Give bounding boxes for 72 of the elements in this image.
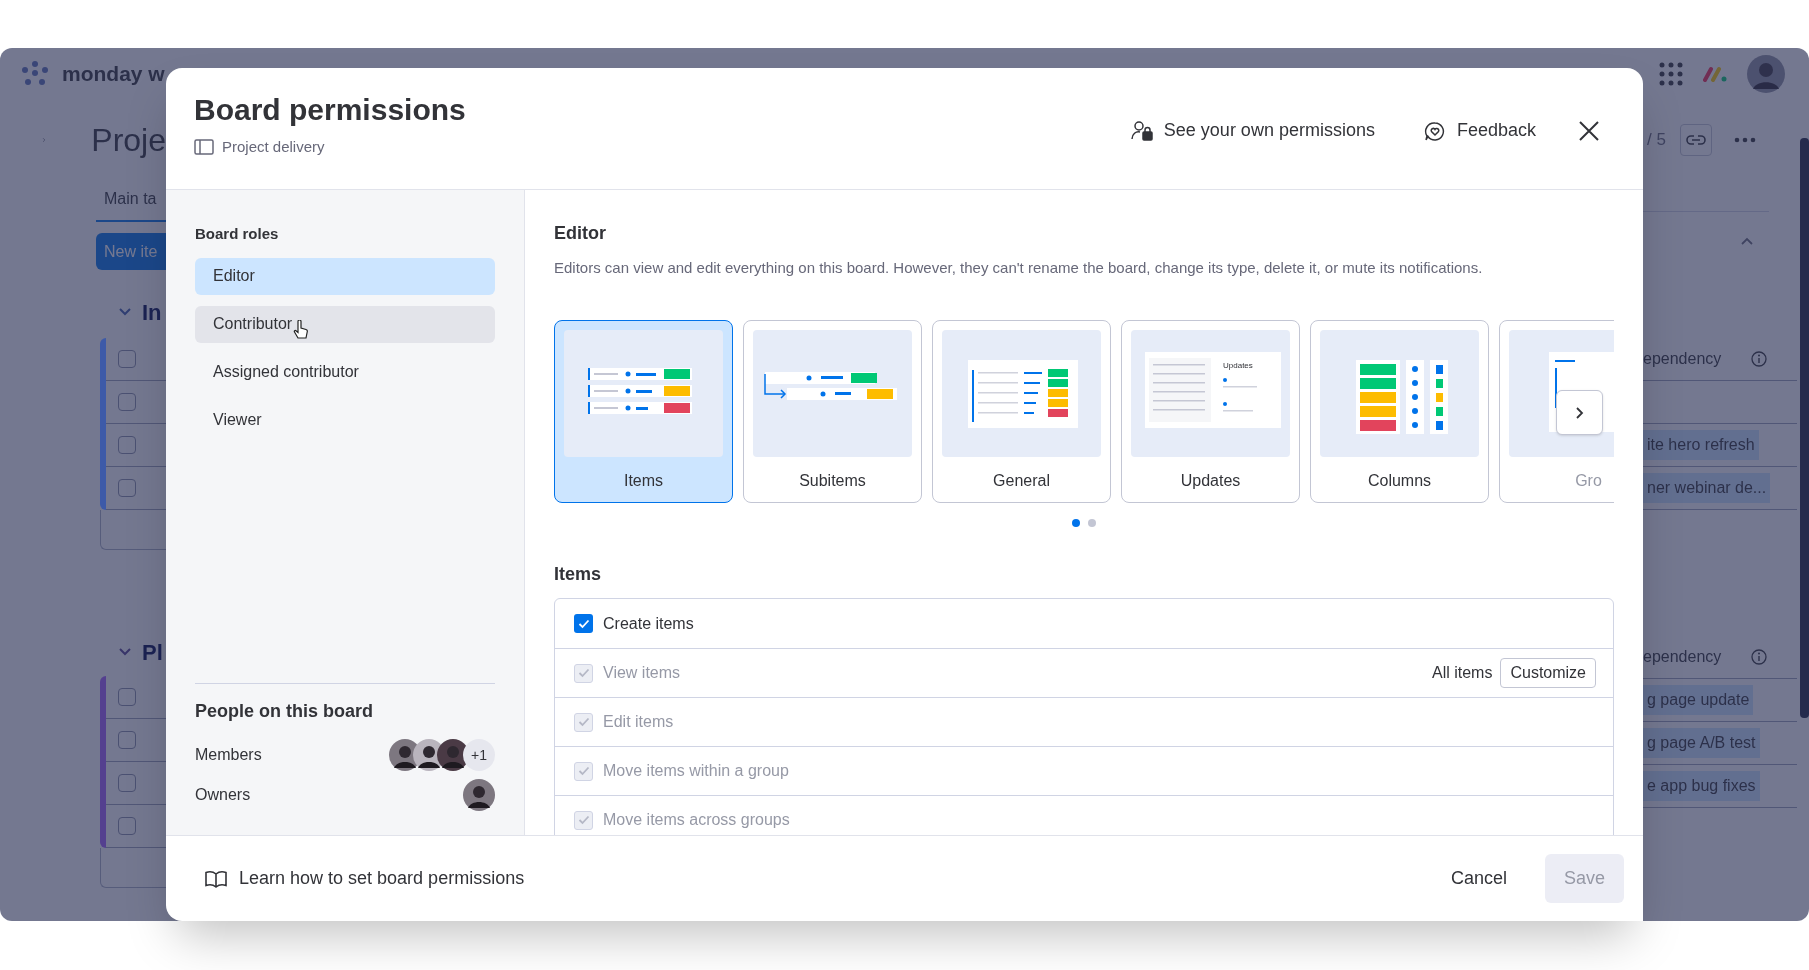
more-count: +1 <box>463 739 495 771</box>
permission-label: Edit items <box>603 712 674 732</box>
checkbox[interactable] <box>118 436 136 454</box>
sidebar-heading: Board roles <box>195 224 280 244</box>
checkbox[interactable] <box>118 393 136 411</box>
check-icon <box>577 815 590 825</box>
checkbox[interactable] <box>574 614 593 633</box>
checkbox[interactable] <box>118 688 136 706</box>
category-card[interactable]: Items <box>554 320 733 503</box>
help-link[interactable]: Learn how to set board permissions <box>205 865 525 892</box>
category-card[interactable]: Updates Updates <box>1121 320 1300 503</box>
role-title: Editor <box>554 222 607 244</box>
role-item[interactable]: Contributor <box>195 305 495 343</box>
link-button[interactable] <box>1679 124 1712 156</box>
info-icon[interactable] <box>1751 649 1767 665</box>
brand-icon[interactable] <box>1703 66 1727 82</box>
board-icon <box>194 139 214 156</box>
checkbox[interactable] <box>118 350 136 368</box>
people-label: Members <box>195 745 262 765</box>
check-icon <box>577 717 590 727</box>
avatar-icon[interactable] <box>1747 55 1785 93</box>
board-name: Project delivery <box>222 137 325 157</box>
header-action-button[interactable]: See your own permissions <box>1129 117 1375 144</box>
checkbox[interactable] <box>118 817 136 835</box>
chevron-right-icon <box>1574 405 1585 420</box>
group-title: Pl <box>142 638 163 667</box>
permission-label: Create items <box>603 613 694 634</box>
chevron-icon[interactable] <box>118 647 132 657</box>
role-item[interactable]: Viewer <box>195 401 495 439</box>
dialog-title: Board permissions <box>194 92 466 128</box>
next-button[interactable] <box>1556 390 1603 435</box>
section-heading: People on this board <box>195 700 374 723</box>
info-icon[interactable] <box>1751 351 1767 367</box>
column-header: ependency <box>1643 349 1722 369</box>
cursor-icon <box>293 319 309 340</box>
logo: monday w <box>62 61 165 88</box>
more-icon[interactable] <box>1733 137 1756 143</box>
preview-heading: Updates <box>1223 361 1253 370</box>
category-card[interactable]: Subitems <box>743 320 922 503</box>
scrollbar[interactable] <box>1800 138 1809 718</box>
collapse-icon[interactable] <box>1741 237 1753 245</box>
board-title: Proje <box>91 121 166 160</box>
apps-icon[interactable] <box>1659 62 1683 86</box>
checkbox[interactable] <box>118 731 136 749</box>
section-heading: Items <box>554 563 603 585</box>
scope-label: All items <box>1431 663 1493 683</box>
permission-label: Move items across groups <box>603 810 790 830</box>
category-card[interactable]: Columns <box>1310 320 1489 503</box>
permission-label: Move items within a group <box>603 761 789 781</box>
book-icon <box>205 869 227 888</box>
header-action-button[interactable]: Feedback <box>1422 117 1536 144</box>
close-icon <box>1578 119 1600 142</box>
category-card[interactable]: General <box>932 320 1111 503</box>
logo-icon <box>20 61 50 87</box>
link-icon <box>1685 134 1706 146</box>
checkbox[interactable] <box>118 479 136 497</box>
group-title: In <box>142 298 162 327</box>
checkbox[interactable] <box>118 774 136 792</box>
people-label: Owners <box>195 785 251 805</box>
check-icon <box>577 618 590 629</box>
role-description: Editors can view and edit everything on this board. However, they can't rename the board, change its type, delete it, or mute its notifications. <box>554 258 1484 278</box>
permission-label: View items <box>603 663 681 683</box>
column-header: ependency <box>1643 647 1722 667</box>
user-lock-icon <box>1129 119 1154 142</box>
check-icon <box>577 766 590 776</box>
check-icon <box>577 668 590 678</box>
cancel-button[interactable]: Cancel <box>1436 854 1521 903</box>
role-item[interactable]: Editor <box>195 257 495 295</box>
chevron-icon[interactable] <box>118 307 132 317</box>
role-item[interactable]: Assigned contributor <box>195 353 495 391</box>
avatar-icon <box>463 779 495 811</box>
speech-bubble-heart-icon <box>1422 119 1447 142</box>
